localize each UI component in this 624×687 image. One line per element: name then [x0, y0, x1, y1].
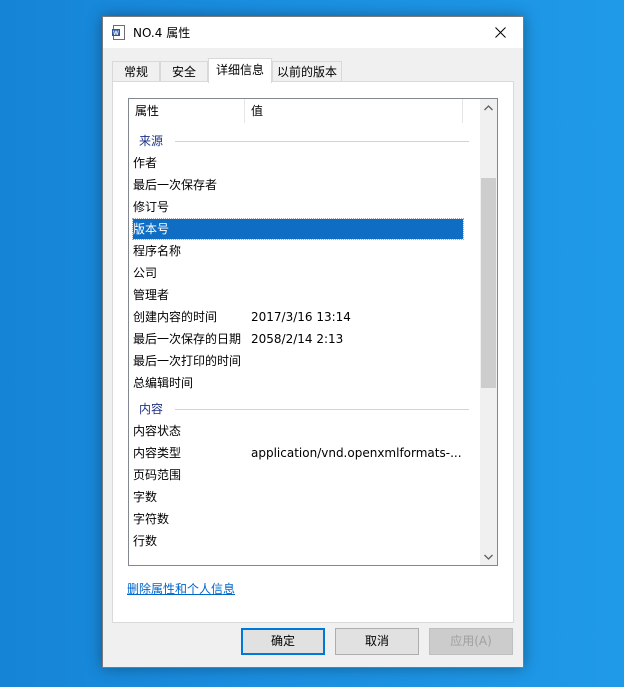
list-item[interactable]: 内容状态: [133, 421, 463, 441]
list-item[interactable]: 程序名称: [133, 241, 463, 261]
property-name: 版本号: [133, 222, 170, 236]
tab-strip: 常规 安全 详细信息 以前的版本: [112, 58, 512, 83]
property-name: 作者: [133, 156, 158, 170]
vertical-scrollbar[interactable]: [480, 99, 497, 565]
svg-text:W: W: [113, 31, 119, 37]
group-header-content: 内容: [139, 399, 469, 419]
list-item[interactable]: 字符数: [133, 509, 463, 529]
chevron-up-icon: [484, 104, 493, 110]
property-value: 2017/3/16 13:14: [251, 310, 351, 324]
window-title: NO.4 属性: [133, 26, 191, 40]
list-item[interactable]: 作者: [133, 153, 463, 173]
remove-properties-link[interactable]: 删除属性和个人信息: [127, 580, 235, 597]
property-value: application/vnd.openxmlformats-...: [251, 446, 462, 460]
property-name: 修订号: [133, 200, 170, 214]
group-label: 内容: [139, 399, 170, 419]
list-header: 属性 值: [129, 99, 480, 123]
list-item[interactable]: 页码范围: [133, 465, 463, 485]
property-name: 程序名称: [133, 244, 182, 258]
property-name: 总编辑时间: [133, 376, 194, 390]
details-panel: 属性 值 来源 作者 最后一次保存者 修订号 版本号 程序名称 公司 管理者 创…: [112, 81, 514, 623]
list-item[interactable]: 修订号: [133, 197, 463, 217]
list-item[interactable]: 字数: [133, 487, 463, 507]
property-name: 内容状态: [133, 424, 182, 438]
cancel-button[interactable]: 取消: [335, 628, 419, 655]
list-item[interactable]: 行数: [133, 531, 463, 551]
scrollbar-thumb[interactable]: [481, 178, 496, 388]
ok-button[interactable]: 确定: [241, 628, 325, 655]
column-header-property[interactable]: 属性: [135, 99, 159, 123]
list-item-selected[interactable]: 版本号: [132, 218, 464, 240]
property-list[interactable]: 属性 值 来源 作者 最后一次保存者 修订号 版本号 程序名称 公司 管理者 创…: [128, 98, 498, 566]
tab-previous-versions[interactable]: 以前的版本: [272, 61, 342, 82]
list-item[interactable]: 内容类型 application/vnd.openxmlformats-...: [133, 443, 463, 463]
property-name: 字数: [133, 490, 158, 504]
title-bar[interactable]: W NO.4 属性: [103, 17, 523, 48]
group-divider: [175, 409, 469, 410]
list-rows: 来源 作者 最后一次保存者 修订号 版本号 程序名称 公司 管理者 创建内容的时…: [129, 123, 480, 565]
group-header-origin: 来源: [139, 131, 469, 151]
tab-security[interactable]: 安全: [160, 61, 208, 82]
property-name: 最后一次打印的时间: [133, 354, 242, 368]
column-divider[interactable]: [462, 99, 463, 123]
close-button[interactable]: [477, 17, 523, 48]
property-name: 行数: [133, 534, 158, 548]
property-value: 2058/2/14 2:13: [251, 332, 344, 346]
scroll-up-button[interactable]: [480, 99, 497, 116]
property-name: 内容类型: [133, 446, 182, 460]
tab-details[interactable]: 详细信息: [208, 58, 272, 83]
list-item[interactable]: 管理者: [133, 285, 463, 305]
chevron-down-icon: [484, 554, 493, 560]
list-item[interactable]: 公司: [133, 263, 463, 283]
tab-general[interactable]: 常规: [112, 61, 160, 82]
properties-dialog: W NO.4 属性 常规 安全 详细信息 以前的版本 属性 值 来源 作者 最后…: [102, 16, 524, 668]
list-item[interactable]: 最后一次保存者: [133, 175, 463, 195]
list-item[interactable]: 最后一次打印的时间: [133, 351, 463, 371]
apply-button[interactable]: 应用(A): [429, 628, 513, 655]
property-name: 管理者: [133, 288, 170, 302]
property-name: 页码范围: [133, 468, 182, 482]
property-name: 字符数: [133, 512, 170, 526]
list-item[interactable]: 总编辑时间: [133, 373, 463, 393]
column-divider[interactable]: [244, 99, 245, 123]
close-icon: [494, 27, 506, 38]
group-divider: [175, 141, 469, 142]
scroll-down-button[interactable]: [480, 548, 497, 565]
list-item[interactable]: 创建内容的时间 2017/3/16 13:14: [133, 307, 463, 327]
group-label: 来源: [139, 131, 170, 151]
word-document-icon: W: [112, 25, 125, 40]
property-name: 最后一次保存者: [133, 178, 218, 192]
property-name: 创建内容的时间: [133, 310, 218, 324]
column-header-value[interactable]: 值: [251, 99, 263, 123]
list-item[interactable]: 最后一次保存的日期 2058/2/14 2:13: [133, 329, 463, 349]
property-name: 最后一次保存的日期: [133, 332, 242, 346]
property-name: 公司: [133, 266, 158, 280]
